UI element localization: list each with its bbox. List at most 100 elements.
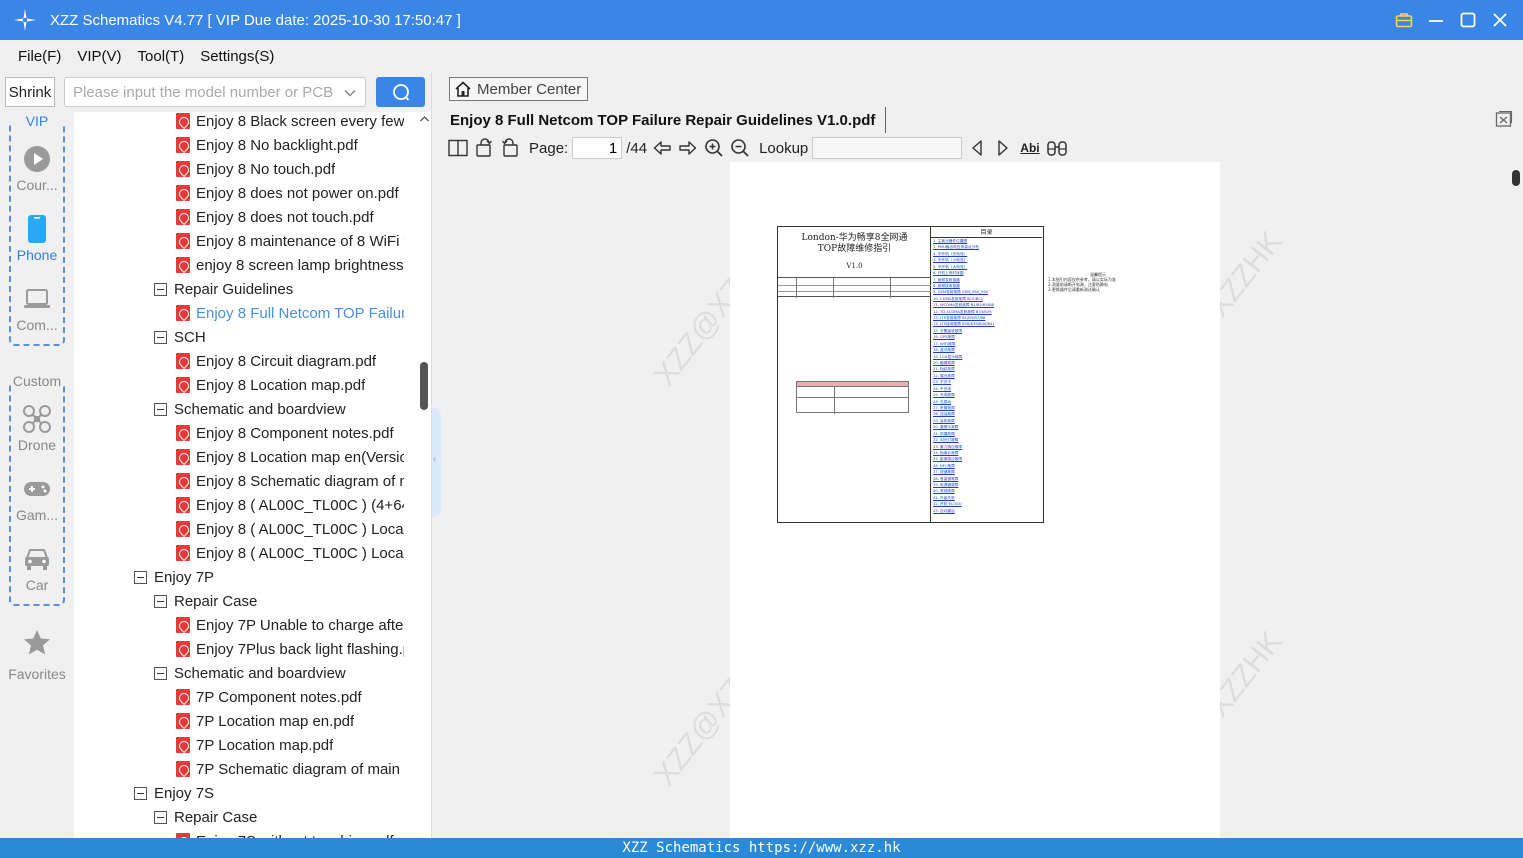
tree-label: Enjoy 8 ( AL00C_TL00C ) Locatic [196, 544, 404, 562]
shrink-button[interactable]: Shrink [5, 77, 55, 107]
category-phone[interactable]: Phone [11, 214, 63, 263]
tree-file[interactable]: Enjoy 8 does not power on.pdf [176, 181, 404, 205]
tree-label: Enjoy 8 Circuit diagram.pdf [196, 352, 377, 370]
tree-folder[interactable]: Repair Case [154, 589, 404, 613]
lookup-input[interactable] [812, 137, 963, 159]
collapse-toggle-icon[interactable] [154, 666, 167, 680]
arrow-left-icon [653, 141, 671, 155]
minimize-button[interactable] [1423, 7, 1449, 33]
tree-scrollbar[interactable] [418, 112, 431, 838]
home-icon [455, 81, 471, 97]
collapse-toggle-icon[interactable] [154, 594, 167, 608]
zoom-in-button[interactable] [703, 137, 725, 159]
tree-file[interactable]: Enjoy 8 ( AL00C_TL00C ) (4+64G [176, 493, 404, 517]
tree-file[interactable]: Enjoy 8 Black screen every few s [176, 112, 404, 133]
pdf-cover-left: London-华为畅享8全网通 TOP故障维修指引 V1.0 [778, 227, 931, 522]
tree-folder[interactable]: Repair Case [154, 805, 404, 829]
rotate-left-button[interactable] [499, 137, 521, 159]
menu-settings[interactable]: Settings(S) [192, 48, 282, 65]
menu-tool[interactable]: Tool(T) [130, 48, 193, 65]
collapse-handle[interactable]: ‹ [432, 407, 441, 517]
tree-scroll-thumb[interactable] [420, 362, 428, 410]
tree-file[interactable]: Enjoy 8 does not touch.pdf [176, 205, 404, 229]
panel-splitter[interactable]: ‹ [431, 72, 441, 838]
tree-file[interactable]: Enjoy 8 Circuit diagram.pdf [176, 349, 404, 373]
model-search-input[interactable] [73, 83, 333, 101]
tree-label: 7P Schematic diagram of main [196, 760, 400, 778]
tree-label: SCH [174, 328, 206, 346]
collapse-toggle-icon[interactable] [154, 330, 167, 344]
file-tree: Enjoy 8 Black screen every few s Enjoy 8 … [74, 112, 418, 838]
tree-file[interactable]: Enjoy 8 Full Netcom TOP Failure [176, 301, 404, 325]
maximize-button[interactable] [1455, 7, 1481, 33]
favorites-button[interactable]: Favorites [0, 628, 74, 682]
zoom-out-button[interactable] [729, 137, 751, 159]
tree-file[interactable]: Enjoy 7Plus back light flashing.p [176, 637, 404, 661]
tree-file[interactable]: 7P Location map.pdf [176, 733, 404, 757]
tree-file[interactable]: 7P Schematic diagram of main [176, 757, 404, 781]
model-search-box [64, 77, 366, 107]
rotate-right-button[interactable] [473, 137, 495, 159]
collapse-toggle-icon[interactable] [154, 402, 167, 416]
collapse-toggle-icon[interactable] [154, 810, 167, 824]
find-previous-button[interactable] [966, 137, 988, 159]
category-games[interactable]: Gam... [11, 474, 63, 523]
next-page-button[interactable] [677, 137, 699, 159]
pdf-file-icon [176, 761, 190, 777]
tree-folder[interactable]: Schematic and boardview [154, 397, 404, 421]
close-button[interactable] [1487, 7, 1513, 33]
split-view-button[interactable] [447, 137, 469, 159]
tree-file[interactable]: Enjoy 8 ( AL00C_TL00C ) Locatic [176, 541, 404, 565]
category-courses[interactable]: Cour... [11, 144, 63, 193]
tree-folder[interactable]: SCH [154, 325, 404, 349]
member-center-button[interactable]: Member Center [449, 77, 589, 101]
pdf-file-icon [176, 305, 190, 321]
find-next-button[interactable] [992, 137, 1014, 159]
tree-folder[interactable]: Enjoy 7S [134, 781, 404, 805]
viewer-scroll-thumb[interactable] [1512, 170, 1520, 186]
document-tab[interactable]: Enjoy 8 Full Netcom TOP Failure Repair G… [450, 107, 887, 133]
pdf-viewer-area[interactable]: XZZ@XZZHK XZZ@XZZHK XZZ@XZZHK XZZ@XZZHK … [441, 162, 1509, 838]
tree-file[interactable]: Enjoy 8 ( AL00C_TL00C ) Locatic [176, 517, 404, 541]
category-car[interactable]: Car [11, 544, 63, 593]
search-icon [392, 84, 409, 101]
search-button[interactable] [376, 77, 425, 107]
toc-entry[interactable]: 43. 自动重启 [931, 508, 1042, 514]
tree-file[interactable]: Enjoy 8 maintenance of 8 WiFi w [176, 229, 404, 253]
tree-file[interactable]: Enjoy 8 Schematic diagram of m [176, 469, 404, 493]
tree-file[interactable]: Enjoy 8 No touch.pdf [176, 157, 404, 181]
close-document-icon[interactable] [1495, 110, 1513, 128]
tree-file[interactable]: 7P Location map en.pdf [176, 709, 404, 733]
tree-folder[interactable]: Schematic and boardview [154, 661, 404, 685]
tree-file[interactable]: Enjoy 7S without touching.pdf [176, 829, 404, 838]
collapse-toggle-icon[interactable] [154, 282, 167, 296]
tree-folder[interactable]: Repair Guidelines [154, 277, 404, 301]
tree-file[interactable]: enjoy 8 screen lamp brightness [176, 253, 404, 277]
viewer-scrollbar[interactable] [1509, 162, 1523, 838]
table-line [797, 397, 908, 398]
briefcase-icon[interactable] [1391, 7, 1417, 33]
previous-page-button[interactable] [651, 137, 673, 159]
category-drone[interactable]: Drone [11, 404, 63, 453]
match-case-button[interactable]: Abi [1018, 141, 1041, 155]
page-number-input[interactable] [572, 137, 623, 159]
tree-file[interactable]: 7P Component notes.pdf [176, 685, 404, 709]
tree-file[interactable]: Enjoy 7P Unable to charge after [176, 613, 404, 637]
find-all-button[interactable] [1046, 137, 1068, 159]
tree-folder[interactable]: Enjoy 7P [134, 565, 404, 589]
tree-file[interactable]: Enjoy 8 No backlight.pdf [176, 133, 404, 157]
table-line [796, 278, 797, 298]
tree-file[interactable]: Enjoy 8 Location map.pdf [176, 373, 404, 397]
menu-vip[interactable]: VIP(V) [69, 48, 129, 65]
split-view-icon [448, 139, 468, 157]
scroll-up-icon[interactable] [419, 114, 430, 124]
tree-label: Enjoy 8 Black screen every few s [196, 112, 404, 130]
category-computer[interactable]: Com... [11, 284, 63, 333]
menu-file[interactable]: File(F) [10, 48, 69, 65]
collapse-toggle-icon[interactable] [134, 570, 147, 584]
chevron-down-icon[interactable] [343, 86, 357, 100]
tree-file[interactable]: Enjoy 8 Component notes.pdf [176, 421, 404, 445]
collapse-toggle-icon[interactable] [134, 786, 147, 800]
tree-file[interactable]: Enjoy 8 Location map en(Versio [176, 445, 404, 469]
app-logo-icon [12, 7, 38, 33]
